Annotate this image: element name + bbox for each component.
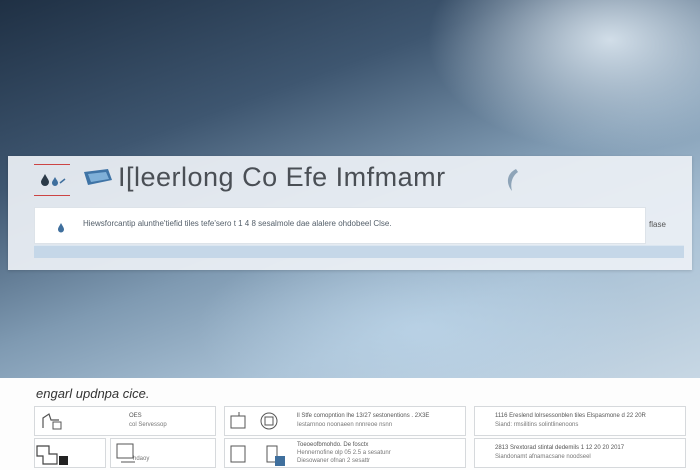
card-line1: ll Stfe comopntion lhe 13/27 sestonentio…	[297, 413, 430, 419]
monitor-icon	[229, 410, 285, 437]
card-line1: Toeoeofbmohdo. De fosctx	[297, 442, 369, 448]
search-field[interactable]: Hiewsforcantip alunthe'tiefid tiles tefe…	[34, 207, 646, 244]
section-title: engarl updnpa cice.	[36, 386, 150, 401]
feature-card[interactable]: 1116 Ereslend lolrsessonblen tiles Elspa…	[474, 406, 686, 436]
title-banner: I[leerlong Co Efe Imfmamr Hiewsforcantip…	[8, 156, 692, 270]
card-line1: 2813 Srextorad stintal dedemils 1 12 20 …	[495, 445, 625, 451]
search-input-text: Hiewsforcantip alunthe'tiefid tiles tefe…	[83, 219, 392, 228]
search-icon	[57, 220, 65, 238]
feature-card[interactable]: Toeoeofbmohdo. De fosctx Hennernofine ol…	[224, 438, 466, 468]
logo-icon	[82, 168, 114, 191]
card-line2: Hennernofine olp 05 2.5 a sesatunr	[297, 450, 391, 456]
card-line2: Iestarnnoo noonaeen nnnreoe nsnn	[297, 422, 393, 428]
card-line2: col Servessop	[129, 422, 167, 428]
feature-card[interactable]: hdaoy	[110, 438, 216, 468]
feature-card[interactable]: ll Stfe comopntion lhe 13/27 sestonentio…	[224, 406, 466, 436]
card-line2: Siandonamt afnamacsane noodseel	[495, 454, 591, 460]
card-line1: hdaoy	[133, 456, 150, 462]
leaf-icon	[504, 168, 520, 197]
card-line3: Diesowaner ofnan 2 sesattr	[297, 458, 371, 464]
monitor-icon	[229, 442, 295, 473]
feature-card[interactable]: OES col Servessop	[34, 406, 216, 436]
hand-tool-icon	[39, 410, 65, 437]
search-side-label[interactable]: flase	[649, 220, 666, 229]
banner-progress-bar	[34, 245, 684, 258]
feature-card[interactable]: 2813 Srextorad stintal dedemils 1 12 20 …	[474, 438, 686, 468]
drops-icon	[34, 164, 70, 196]
card-line1: 1116 Ereslend lolrsessonblen tiles Elspa…	[495, 413, 646, 419]
feature-card[interactable]	[34, 438, 106, 468]
card-line2: Siand: rmsilitins solintlinenoons	[495, 422, 579, 428]
feature-section: engarl updnpa cice. OES col Servessop ll…	[0, 378, 700, 470]
card-line1: OES	[129, 413, 142, 419]
page-title: I[leerlong Co Efe Imfmamr	[118, 162, 446, 192]
document-icon	[35, 442, 71, 473]
